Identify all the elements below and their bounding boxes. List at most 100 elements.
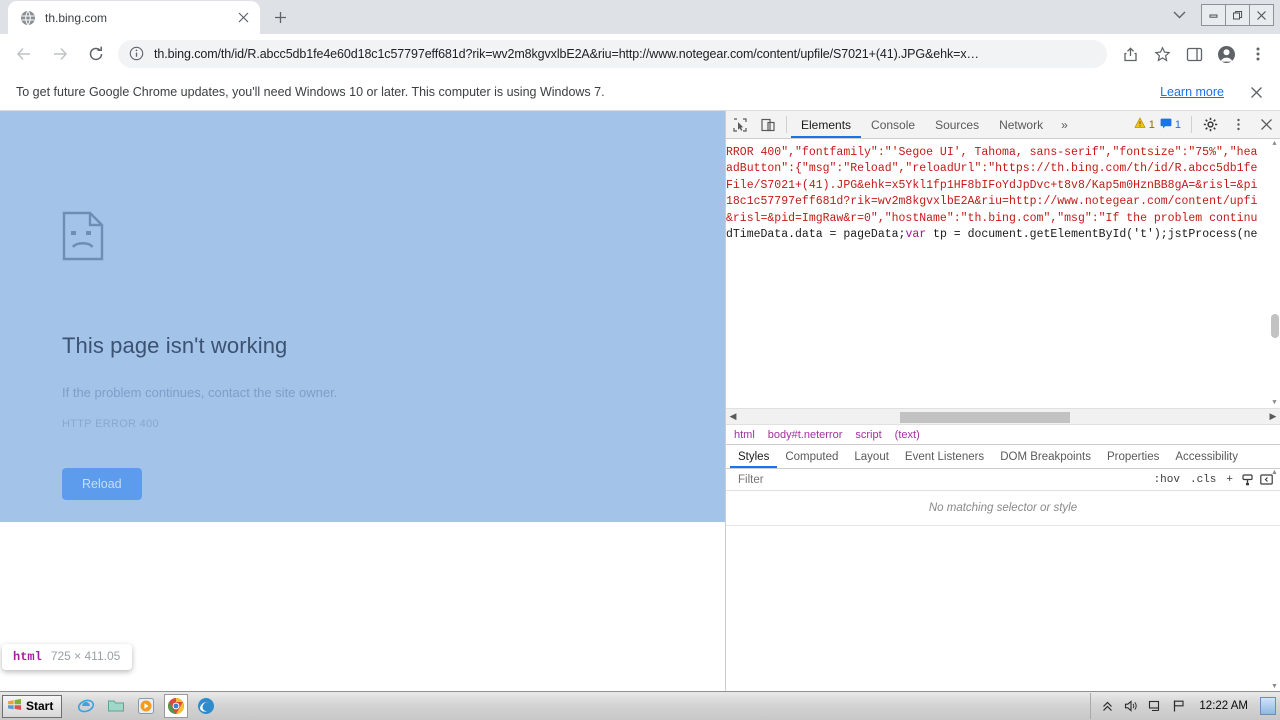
show-hidden-icons-icon[interactable]: [1099, 698, 1115, 714]
learn-more-link[interactable]: Learn more: [1160, 85, 1224, 99]
element-inspect-badge: html 725 × 411.05: [2, 644, 133, 670]
browser-window: th.bing.com th.bing.com/th/id/R.abcc5db1…: [0, 0, 1280, 720]
address-bar[interactable]: th.bing.com/th/id/R.abcc5db1fe4e60d18c1c…: [118, 40, 1107, 68]
device-toolbar-icon[interactable]: [754, 111, 782, 138]
url-text: th.bing.com/th/id/R.abcc5db1fe4e60d18c1c…: [154, 47, 979, 61]
breadcrumb-item-html[interactable]: html: [734, 429, 764, 441]
reload-icon[interactable]: [81, 39, 111, 69]
new-tab-button[interactable]: [266, 3, 294, 31]
share-icon[interactable]: [1116, 40, 1144, 68]
scroll-up-arrow-icon[interactable]: ▲: [1270, 139, 1279, 149]
dom-horizontal-scrollbar[interactable]: ◀ ▶: [726, 408, 1280, 425]
tab-network[interactable]: Network: [989, 111, 1053, 138]
tab-sources[interactable]: Sources: [925, 111, 989, 138]
scroll-right-arrow-icon[interactable]: ▶: [1266, 409, 1280, 425]
cls-toggle[interactable]: .cls: [1185, 474, 1221, 486]
globe-icon: [20, 9, 36, 26]
show-desktop-icon[interactable]: [1260, 697, 1276, 715]
google-chrome-icon[interactable]: [164, 694, 189, 718]
tab-strip: th.bing.com: [0, 0, 1280, 34]
tab-properties[interactable]: Properties: [1099, 445, 1167, 468]
volume-icon[interactable]: [1123, 698, 1139, 714]
taskbar-clock[interactable]: 12:22 AM: [1195, 700, 1252, 712]
flag-action-center-icon[interactable]: [1171, 698, 1187, 714]
page-viewport: This page isn't working If the problem c…: [0, 111, 725, 691]
tab-layout[interactable]: Layout: [846, 445, 897, 468]
breadcrumb-item-body[interactable]: body#t.neterror: [768, 429, 852, 441]
star-icon[interactable]: [1148, 40, 1176, 68]
scroll-up-arrow-icon[interactable]: ▲: [1270, 467, 1279, 477]
hscroll-track[interactable]: [740, 409, 1266, 425]
scroll-down-arrow-icon[interactable]: ▼: [1270, 398, 1279, 408]
network-icon[interactable]: [1147, 698, 1163, 714]
minimize-button[interactable]: [1201, 4, 1226, 26]
error-code: HTTP ERROR 400: [62, 418, 159, 430]
tab-elements[interactable]: Elements: [791, 111, 861, 138]
styles-vertical-scrollbar[interactable]: ▲ ▼: [1270, 469, 1279, 691]
dom-line: adButton":{"msg":"Reload","reloadUrl":"h…: [726, 162, 1258, 176]
inspect-cursor-icon[interactable]: [726, 111, 754, 138]
tab-accessibility[interactable]: Accessibility: [1167, 445, 1246, 468]
warning-triangle-icon: [1134, 117, 1146, 132]
tab-console[interactable]: Console: [861, 111, 925, 138]
styles-empty-message: No matching selector or style: [726, 491, 1280, 527]
tab-dom-breakpoints[interactable]: DOM Breakpoints: [992, 445, 1099, 468]
hscroll-thumb[interactable]: [900, 411, 1070, 423]
scroll-thumb[interactable]: [1271, 314, 1279, 338]
info-circle-icon[interactable]: [129, 46, 145, 62]
message-count: 1: [1174, 118, 1181, 131]
update-infobar: To get future Google Chrome updates, you…: [0, 74, 1280, 111]
close-icon[interactable]: [234, 9, 252, 27]
dom-line: 18c1c57797eff681d?rik=wv2m8kgvxlbE2A&riu…: [726, 195, 1258, 209]
windows-taskbar: Start 12:22 AM: [0, 691, 1280, 720]
filter-input[interactable]: [736, 472, 1149, 487]
badge-tag-name: html: [13, 650, 42, 664]
browser-toolbar: th.bing.com/th/id/R.abcc5db1fe4e60d18c1c…: [0, 34, 1280, 74]
close-icon[interactable]: [1246, 82, 1266, 102]
windows-logo-icon: [7, 697, 22, 715]
message-badge[interactable]: 1: [1160, 117, 1181, 132]
browser-tab[interactable]: th.bing.com: [8, 1, 260, 34]
gear-icon[interactable]: [1196, 111, 1224, 138]
error-page: This page isn't working If the problem c…: [0, 111, 725, 522]
toolbar-divider-2: [1191, 116, 1192, 133]
paint-bucket-icon[interactable]: [1238, 471, 1257, 489]
explorer-folder-icon[interactable]: [104, 694, 128, 718]
chevron-down-icon[interactable]: [1164, 2, 1194, 28]
media-player-icon[interactable]: [134, 694, 158, 718]
profile-avatar-icon[interactable]: [1212, 40, 1240, 68]
tab-computed[interactable]: Computed: [777, 445, 846, 468]
styles-filter-bar: :hov .cls +: [726, 469, 1280, 492]
breadcrumb-item-script[interactable]: script: [855, 429, 890, 441]
dom-tree-view[interactable]: RROR 400","fontfamily":"'Segoe UI', Taho…: [726, 139, 1280, 409]
window-controls: [1164, 2, 1274, 28]
close-button[interactable]: [1249, 4, 1274, 26]
side-panel-icon[interactable]: [1180, 40, 1208, 68]
devtools-toolbar: Elements Console Sources Network » 1 1: [726, 111, 1280, 139]
more-tabs-icon[interactable]: »: [1053, 111, 1076, 138]
scroll-down-arrow-icon[interactable]: ▼: [1270, 681, 1279, 691]
breadcrumb-item-text[interactable]: (text): [895, 429, 929, 441]
internet-explorer-icon[interactable]: [74, 694, 98, 718]
new-style-rule-button[interactable]: +: [1221, 474, 1238, 486]
quick-launch-bar: [74, 694, 218, 718]
microsoft-edge-icon[interactable]: [194, 694, 218, 718]
reload-button[interactable]: Reload: [62, 468, 142, 500]
kebab-menu-icon[interactable]: [1224, 111, 1252, 138]
warning-badge[interactable]: 1: [1134, 117, 1155, 132]
scroll-left-arrow-icon[interactable]: ◀: [726, 409, 740, 425]
kebab-menu-icon[interactable]: [1244, 40, 1272, 68]
tab-styles[interactable]: Styles: [730, 445, 777, 468]
system-tray: 12:22 AM: [1090, 693, 1280, 719]
start-label: Start: [26, 699, 54, 713]
arrow-forward-icon[interactable]: [45, 39, 75, 69]
tab-event-listeners[interactable]: Event Listeners: [897, 445, 992, 468]
dom-line-script: dTimeData.data = pageData;var tp = docum…: [726, 227, 1280, 243]
close-icon[interactable]: [1252, 111, 1280, 138]
restore-button[interactable]: [1225, 4, 1250, 26]
start-button[interactable]: Start: [2, 694, 63, 718]
dom-vertical-scrollbar[interactable]: ▲ ▼: [1270, 139, 1279, 408]
hov-toggle[interactable]: :hov: [1149, 474, 1185, 486]
arrow-back-icon[interactable]: [9, 39, 39, 69]
dom-line: File/S7021+(41).JPG&ehk=x5Ykl1fp1HF8bIFo…: [726, 178, 1258, 192]
